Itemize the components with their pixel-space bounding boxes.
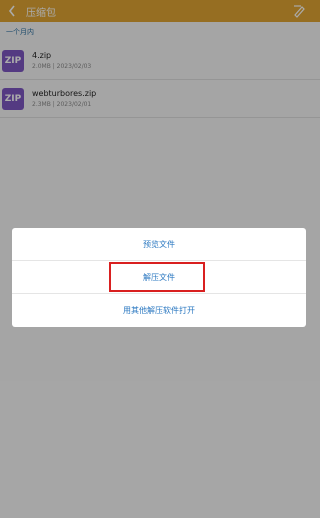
open-with-other-app-option[interactable]: 用其他解压软件打开 xyxy=(12,294,306,327)
highlight-box xyxy=(109,262,205,292)
preview-file-option[interactable]: 预览文件 xyxy=(12,228,306,261)
